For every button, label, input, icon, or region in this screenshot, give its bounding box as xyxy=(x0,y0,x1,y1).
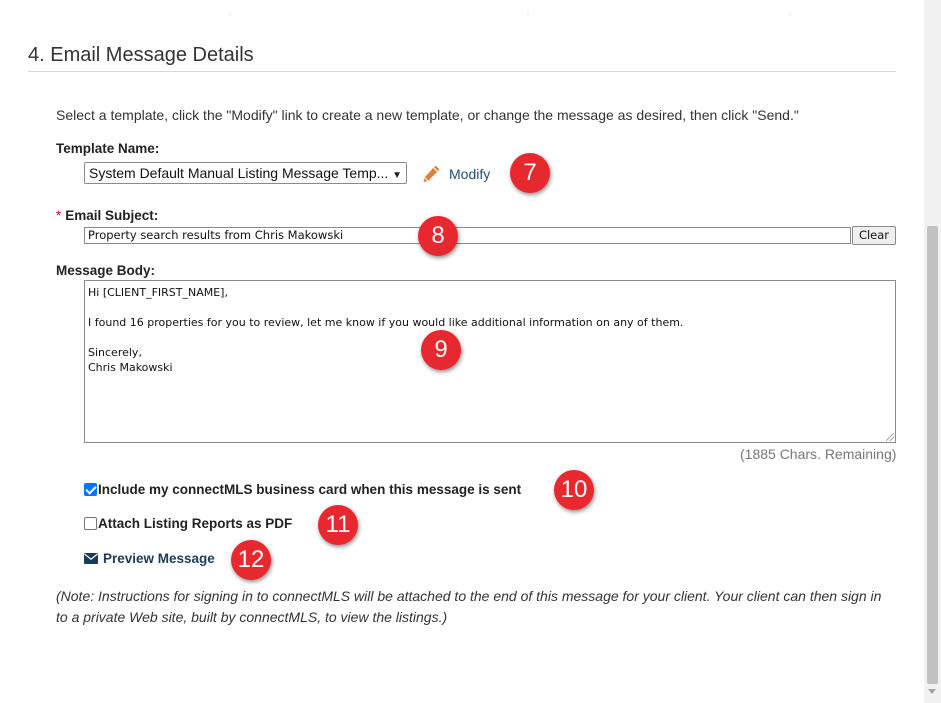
callout-badge: 7 xyxy=(510,153,550,193)
message-body-label: Message Body: xyxy=(56,263,156,278)
callout-badge: 11 xyxy=(318,505,358,545)
message-line xyxy=(88,330,892,345)
message-line: Chris Makowski xyxy=(88,361,173,374)
pencil-icon xyxy=(423,165,440,182)
scroll-down-arrow-icon[interactable] xyxy=(928,689,936,694)
chevron-down-icon: ▼ xyxy=(392,170,402,181)
message-line: Sincerely, xyxy=(88,346,142,359)
template-select-value: System Default Manual Listing Message Te… xyxy=(89,165,389,181)
preview-message-link[interactable]: Preview Message xyxy=(84,551,215,566)
signin-note: (Note: Instructions for signing in to co… xyxy=(56,588,882,625)
attach-pdf-option[interactable]: Attach Listing Reports as PDF xyxy=(84,516,292,531)
message-line: Hi [CLIENT_FIRST_NAME], xyxy=(88,286,228,299)
section-title: 4. Email Message Details xyxy=(28,44,254,66)
modify-link-label: Modify xyxy=(449,166,491,182)
divider xyxy=(789,14,791,15)
resize-handle-icon[interactable] xyxy=(886,433,894,441)
divider xyxy=(229,14,231,15)
message-line xyxy=(88,300,892,315)
attach-pdf-label: Attach Listing Reports as PDF xyxy=(98,516,293,531)
template-name-label: Template Name: xyxy=(56,141,160,156)
callout-badge: 12 xyxy=(231,540,271,580)
modify-link[interactable]: Modify xyxy=(421,164,490,184)
preview-message-label: Preview Message xyxy=(103,551,215,566)
divider xyxy=(527,14,529,15)
chars-remaining: (1885 Chars. Remaining) xyxy=(740,446,897,462)
business-card-checkbox[interactable] xyxy=(84,483,97,496)
business-card-option[interactable]: Include my connectMLS business card when… xyxy=(84,482,521,497)
callout-badge: 10 xyxy=(554,470,594,510)
message-body-textarea[interactable]: Hi [CLIENT_FIRST_NAME], I found 16 prope… xyxy=(84,280,896,443)
email-subject-input[interactable]: Property search results from Chris Makow… xyxy=(84,227,851,244)
section-divider xyxy=(28,71,896,72)
clear-button[interactable]: Clear xyxy=(852,226,896,245)
business-card-label: Include my connectMLS business card when… xyxy=(98,482,522,497)
callout-badge: 9 xyxy=(421,330,461,370)
scrollbar-thumb[interactable] xyxy=(927,226,938,684)
message-line: I found 16 properties for you to review,… xyxy=(88,316,684,329)
vertical-scrollbar[interactable] xyxy=(924,0,941,703)
email-subject-label-text: Email Subject: xyxy=(65,208,159,223)
envelope-icon xyxy=(84,553,98,564)
callout-badge: 8 xyxy=(418,216,458,256)
required-marker: * xyxy=(56,208,62,223)
template-select[interactable]: System Default Manual Listing Message Te… xyxy=(84,162,407,184)
instructions-text: Select a template, click the "Modify" li… xyxy=(56,107,799,123)
attach-pdf-checkbox[interactable] xyxy=(84,517,97,530)
email-subject-label: * Email Subject: xyxy=(56,208,158,223)
